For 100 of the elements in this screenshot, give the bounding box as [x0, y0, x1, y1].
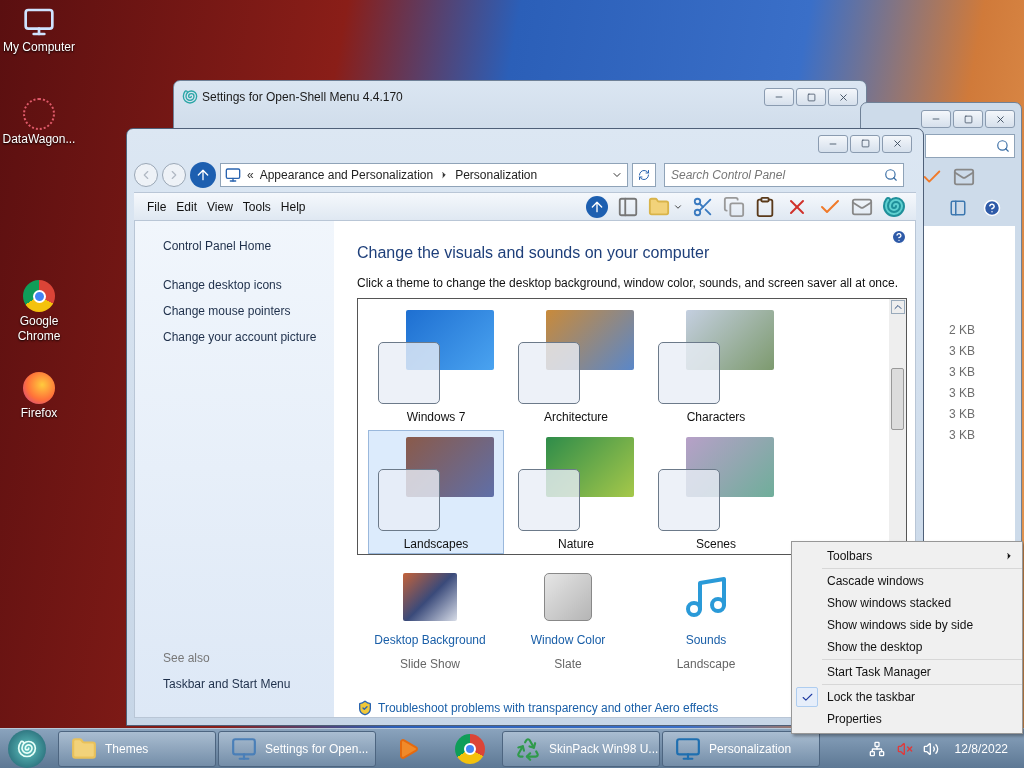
file-size: 3 KB: [949, 406, 976, 422]
page-description: Click a theme to change the desktop background, window color, sounds, and screen saver all at once.: [357, 275, 899, 292]
scroll-thumb[interactable]: [891, 368, 904, 430]
search-field[interactable]: Search Control Panel: [664, 163, 904, 188]
sidebar-link[interactable]: Change your account picture: [163, 328, 334, 346]
firefox-icon: [23, 372, 55, 404]
file-size: 3 KB: [949, 364, 976, 380]
maximize-icon: [806, 92, 816, 102]
sidebar-link[interactable]: Taskbar and Start Menu: [163, 675, 334, 693]
setting-value: Slate: [554, 656, 582, 673]
muted-speaker-icon[interactable]: [896, 740, 913, 757]
chrome-icon: [455, 733, 485, 764]
copy-icon[interactable]: [723, 195, 745, 218]
folder-icon: [71, 735, 97, 762]
window-icon: [231, 735, 257, 762]
scissors-icon[interactable]: [692, 195, 714, 218]
menu-item[interactable]: View: [202, 197, 238, 216]
theme-tile[interactable]: Windows 7: [368, 303, 504, 427]
recycle-icon: [515, 735, 541, 762]
start-button[interactable]: [8, 729, 46, 768]
maximize-button[interactable]: [796, 88, 826, 106]
close-icon: [994, 113, 1006, 125]
desktop-icon-label[interactable]: Google Chrome: [0, 314, 78, 344]
chrome-icon: [23, 280, 55, 312]
close-button[interactable]: [882, 134, 912, 153]
menu-item[interactable]: Cascade windows: [792, 570, 1022, 592]
shield-icon: [357, 700, 373, 716]
troubleshoot-link[interactable]: Troubleshoot problems with transparency and other Aero effects: [378, 699, 719, 717]
search-icon: [996, 139, 1010, 153]
menu-item[interactable]: Start Task Manager: [792, 661, 1022, 683]
speaker-icon[interactable]: [922, 740, 939, 757]
refresh-icon: [638, 169, 650, 182]
menu-item[interactable]: Help: [275, 197, 311, 216]
back-button[interactable]: [134, 163, 158, 188]
network-icon[interactable]: [868, 740, 885, 757]
panel-icon[interactable]: [949, 199, 967, 217]
refresh-button[interactable]: [632, 163, 656, 188]
maximize-icon: [860, 139, 870, 149]
search-icon: [884, 168, 898, 183]
shell-icon: [182, 89, 198, 105]
close-button[interactable]: [985, 110, 1015, 128]
setting-link[interactable]: Desktop Background: [374, 631, 486, 649]
file-size: 3 KB: [949, 385, 976, 401]
submenu-arrow-icon: [1004, 551, 1014, 561]
sidebar-link[interactable]: Change desktop icons: [163, 276, 334, 294]
menu-item[interactable]: File: [142, 197, 172, 216]
theme-tile[interactable]: Characters: [648, 303, 784, 427]
maximize-button[interactable]: [953, 110, 983, 128]
menu-item[interactable]: Toolbars: [792, 545, 1022, 567]
breadcrumb-item[interactable]: Appearance and Personalization: [259, 166, 434, 185]
close-icon: [891, 138, 903, 150]
menu-item[interactable]: Tools: [237, 197, 276, 216]
address-bar[interactable]: « Appearance and Personalization Personalization: [220, 163, 628, 188]
minimize-button[interactable]: [764, 88, 794, 106]
menu-item[interactable]: Show windows stacked: [792, 592, 1022, 614]
close-button[interactable]: [828, 88, 858, 106]
control-panel-icon: [225, 167, 241, 184]
menu-item[interactable]: Show the desktop: [792, 636, 1022, 658]
setting-link[interactable]: Sounds: [685, 631, 727, 649]
theme-tile[interactable]: Architecture: [508, 303, 644, 427]
desktop-icon-label[interactable]: DataWagon...: [2, 132, 76, 147]
theme-tile[interactable]: Nature: [508, 429, 644, 554]
minimize-button[interactable]: [818, 134, 848, 153]
up-button[interactable]: [190, 162, 216, 189]
desktop-icon-label[interactable]: Firefox: [20, 406, 58, 421]
setting-link[interactable]: Window Color: [530, 631, 606, 649]
maximize-button[interactable]: [850, 134, 880, 153]
shell-icon[interactable]: [882, 194, 906, 219]
breadcrumb-item[interactable]: Personalization: [455, 166, 538, 185]
breadcrumb-prefix: «: [247, 167, 254, 185]
menu-item[interactable]: Edit: [171, 197, 203, 216]
file-size: 3 KB: [949, 343, 976, 359]
shell-icon: [17, 738, 37, 759]
menu-item[interactable]: Show windows side by side: [792, 614, 1022, 636]
monitor-icon: [675, 735, 701, 762]
maximize-icon: [963, 114, 973, 124]
sidebar-link[interactable]: Change mouse pointers: [163, 302, 334, 320]
panel-icon[interactable]: [617, 195, 639, 218]
file-size: 2 KB: [949, 322, 976, 338]
theme-tile[interactable]: Landscapes: [368, 429, 504, 554]
setting-value: Slide Show: [399, 656, 460, 673]
close-icon: [837, 91, 849, 103]
sidebar-link[interactable]: Control Panel Home: [163, 237, 334, 255]
setting-value: Landscape: [676, 656, 736, 673]
theme-tile[interactable]: Scenes: [648, 429, 784, 554]
search-field[interactable]: [925, 134, 1015, 158]
see-also-heading: See also: [163, 650, 211, 667]
window-title: Settings for Open-Shell Menu 4.4.170: [202, 89, 403, 106]
menu-item[interactable]: Properties: [792, 708, 1022, 730]
envelope-icon[interactable]: [953, 166, 975, 188]
file-size: 3 KB: [949, 427, 976, 443]
menu-item[interactable]: Lock the taskbar: [792, 686, 1022, 708]
desktop-icon-label[interactable]: My Computer: [3, 40, 75, 55]
help-icon[interactable]: [891, 229, 907, 245]
minimize-button[interactable]: [921, 110, 951, 128]
help-icon[interactable]: [983, 199, 1001, 217]
photo-stack-icon: [403, 573, 457, 621]
computer-icon: [23, 6, 55, 38]
clipboard-icon[interactable]: [754, 195, 776, 218]
scroll-up-icon[interactable]: [890, 300, 905, 314]
